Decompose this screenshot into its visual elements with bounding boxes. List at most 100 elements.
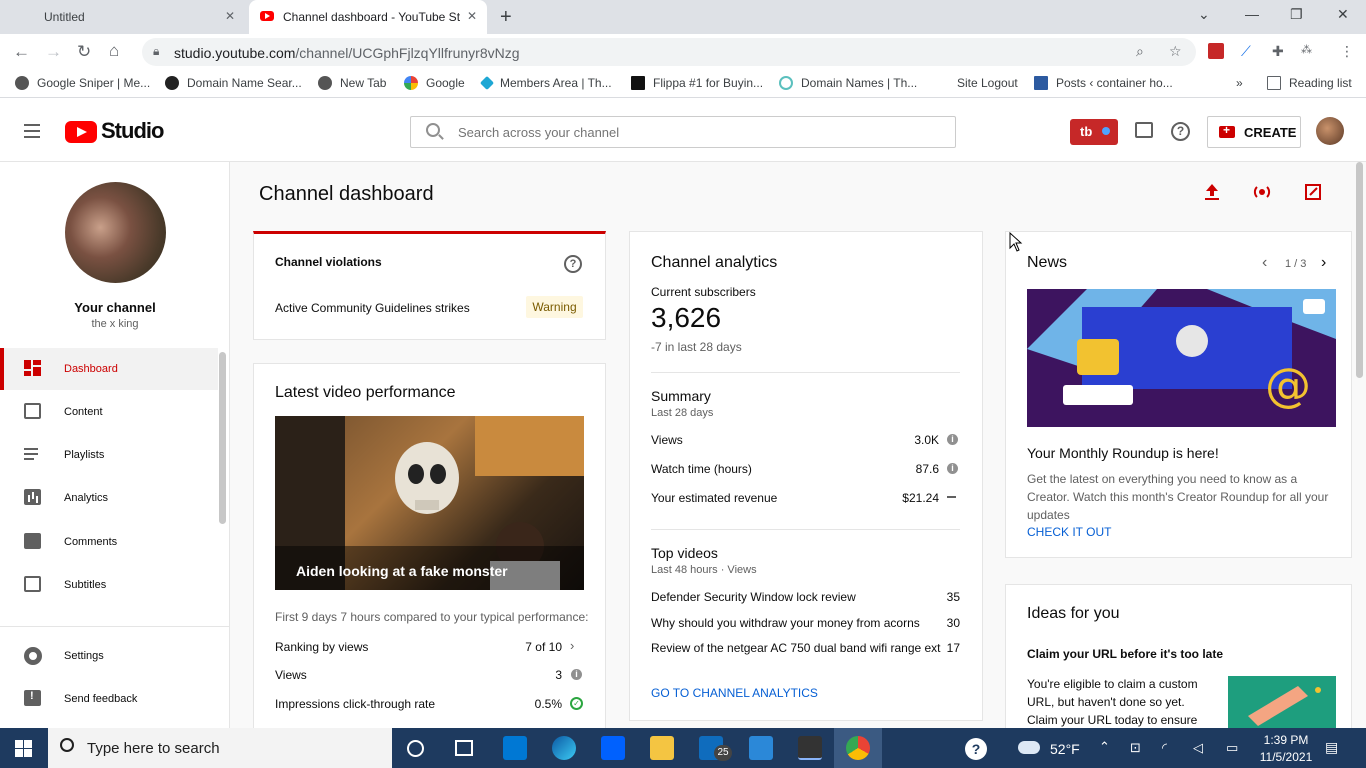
window-close-icon[interactable]: ✕ bbox=[1337, 6, 1349, 23]
bookmark-item[interactable]: Google bbox=[404, 76, 465, 90]
studio-logo-text[interactable]: Studio bbox=[101, 118, 164, 144]
file-explorer-icon[interactable] bbox=[650, 736, 674, 760]
roundup-illustration-icon: @ bbox=[1027, 289, 1336, 427]
bookmark-item[interactable]: New Tab bbox=[318, 76, 386, 90]
chrome-icon[interactable] bbox=[846, 736, 870, 760]
clock-date[interactable]: 11/5/2021 bbox=[1258, 750, 1314, 764]
wifi-icon[interactable]: ◜ bbox=[1162, 740, 1167, 756]
sidebar-item-dashboard[interactable]: Dashboard bbox=[0, 348, 218, 390]
sidebar-item-settings[interactable]: Settings bbox=[0, 635, 218, 677]
chevron-left-icon[interactable]: ‹ bbox=[1262, 254, 1267, 272]
volume-icon[interactable]: ◁ bbox=[1193, 740, 1203, 756]
profile-extension-icon[interactable]: ⁂ bbox=[1301, 43, 1312, 56]
bookmark-item[interactable]: Domain Name Sear... bbox=[165, 76, 302, 90]
app-icon[interactable] bbox=[749, 736, 773, 760]
new-tab-icon[interactable]: + bbox=[500, 6, 512, 29]
sidebar-scrollbar[interactable] bbox=[219, 352, 226, 524]
help-icon[interactable]: ? bbox=[564, 255, 582, 273]
bookmark-item[interactable]: Members Area | Th... bbox=[479, 75, 612, 91]
info-icon[interactable]: i bbox=[571, 669, 582, 680]
edge-icon[interactable] bbox=[552, 736, 576, 760]
your-channel-label[interactable]: Your channel bbox=[0, 300, 230, 315]
notifications-icon[interactable]: ▤ bbox=[1325, 739, 1338, 756]
weather-temp[interactable]: 52°F bbox=[1050, 741, 1080, 757]
account-avatar[interactable] bbox=[1316, 117, 1344, 145]
lock-icon[interactable]: 🔒︎ bbox=[153, 44, 159, 59]
go-to-analytics-link[interactable]: GO TO CHANNEL ANALYTICS bbox=[651, 686, 818, 700]
chevron-right-icon[interactable]: › bbox=[570, 638, 574, 653]
sidebar-item-content[interactable]: Content bbox=[0, 391, 218, 433]
tubebuddy-button[interactable]: tb bbox=[1070, 119, 1118, 145]
violation-row-label: Active Community Guidelines strikes bbox=[275, 301, 470, 315]
news-body: Get the latest on everything you need to… bbox=[1027, 472, 1329, 522]
sidebar-item-comments[interactable]: Comments bbox=[0, 521, 218, 563]
tubebuddy-extension-icon[interactable] bbox=[1208, 43, 1224, 59]
url-text[interactable]: studio.youtube.com/channel/UCGphFjlzqYll… bbox=[174, 45, 520, 61]
bookmark-item[interactable]: Domain Names | Th... bbox=[779, 76, 917, 90]
help-icon[interactable]: ? bbox=[1171, 122, 1190, 141]
messages-icon[interactable] bbox=[1135, 122, 1153, 138]
chevron-right-icon[interactable]: › bbox=[1321, 254, 1326, 272]
close-icon[interactable]: ✕ bbox=[225, 9, 235, 23]
go-live-icon[interactable] bbox=[1251, 181, 1273, 203]
top-video-title[interactable]: Why should you withdraw your money from … bbox=[651, 616, 920, 630]
weather-cloud-icon[interactable] bbox=[1018, 741, 1040, 754]
minimize-icon[interactable]: — bbox=[1245, 6, 1259, 22]
windows-start-icon[interactable] bbox=[15, 740, 32, 757]
bookmark-item[interactable]: Site Logout bbox=[957, 76, 1018, 90]
help-icon[interactable]: ? bbox=[965, 738, 987, 760]
main-scrollbar[interactable] bbox=[1356, 162, 1363, 378]
zoom-icon[interactable]: ⌕ bbox=[1136, 43, 1144, 60]
tray-app-icon[interactable]: ⊡ bbox=[1130, 740, 1141, 756]
news-banner-image[interactable]: @ bbox=[1027, 289, 1336, 427]
check-it-out-link[interactable]: CHECK IT OUT bbox=[1027, 525, 1111, 539]
channel-search-input[interactable] bbox=[458, 120, 938, 144]
sidebar-item-playlists[interactable]: Playlists bbox=[0, 434, 218, 476]
bookmark-item[interactable]: Flippa #1 for Buyin... bbox=[631, 76, 763, 90]
bookmark-item[interactable]: Posts ‹ container ho... bbox=[1034, 76, 1173, 90]
top-video-views: 17 bbox=[946, 641, 960, 655]
create-post-icon[interactable] bbox=[1302, 181, 1324, 203]
youtube-logo-icon[interactable] bbox=[65, 121, 97, 143]
channel-violations-card bbox=[253, 231, 606, 340]
sidebar-item-send-feedback[interactable]: Send feedback bbox=[0, 678, 218, 720]
ctr-label: Impressions click-through rate bbox=[275, 697, 436, 711]
sidebar-item-analytics[interactable]: Analytics bbox=[0, 477, 218, 519]
app-icon[interactable] bbox=[798, 736, 822, 760]
channel-avatar[interactable] bbox=[65, 182, 166, 283]
keyboard-icon[interactable]: ▭ bbox=[1226, 740, 1238, 756]
top-video-title[interactable]: Review of the netgear AC 750 dual band w… bbox=[651, 641, 941, 655]
info-icon[interactable]: i bbox=[947, 463, 958, 474]
gear-icon bbox=[24, 647, 42, 665]
upload-icon[interactable] bbox=[1201, 181, 1223, 203]
home-icon[interactable]: ⌂ bbox=[109, 41, 119, 61]
extension-feather-icon[interactable]: ⟋ bbox=[1241, 43, 1251, 60]
warning-badge[interactable]: Warning bbox=[526, 296, 583, 318]
microsoft-store-icon[interactable] bbox=[503, 736, 527, 760]
reading-list-button[interactable]: Reading list bbox=[1267, 76, 1352, 90]
hamburger-menu-icon[interactable] bbox=[24, 124, 40, 142]
clock-time[interactable]: 1:39 PM bbox=[1262, 733, 1310, 747]
bookmark-item[interactable]: Google Sniper | Me... bbox=[15, 76, 150, 90]
more-bookmarks-icon[interactable]: » bbox=[1236, 76, 1243, 90]
menu-kebab-icon[interactable]: ⋮ bbox=[1340, 43, 1354, 60]
dropbox-icon[interactable] bbox=[601, 736, 625, 760]
back-icon[interactable]: ← bbox=[13, 42, 30, 62]
forward-icon[interactable]: → bbox=[45, 42, 62, 62]
browser-tab-dashboard[interactable]: Channel dashboard - YouTube St ✕ bbox=[249, 0, 487, 34]
tab-search-chevron-icon[interactable]: ⌄ bbox=[1198, 6, 1210, 23]
tray-chevron-icon[interactable]: ⌃ bbox=[1099, 739, 1110, 755]
close-icon[interactable]: ✕ bbox=[467, 9, 477, 23]
extensions-puzzle-icon[interactable]: ✚ bbox=[1272, 43, 1284, 60]
task-view-icon[interactable] bbox=[455, 740, 473, 756]
top-video-title[interactable]: Defender Security Window lock review bbox=[651, 590, 856, 604]
cortana-icon[interactable] bbox=[407, 740, 424, 757]
sidebar-item-subtitles[interactable]: Subtitles bbox=[0, 564, 218, 606]
browser-tab-untitled[interactable]: Untitled ✕ bbox=[0, 0, 245, 34]
info-icon[interactable]: i bbox=[947, 434, 958, 445]
tab-label: Channel dashboard - YouTube St bbox=[283, 10, 461, 24]
reload-icon[interactable]: ↻ bbox=[77, 42, 91, 62]
video-thumbnail[interactable]: Aiden looking at a fake monster bbox=[275, 416, 584, 590]
bookmark-star-icon[interactable]: ☆ bbox=[1169, 43, 1182, 60]
restore-icon[interactable]: ❐ bbox=[1290, 6, 1303, 23]
